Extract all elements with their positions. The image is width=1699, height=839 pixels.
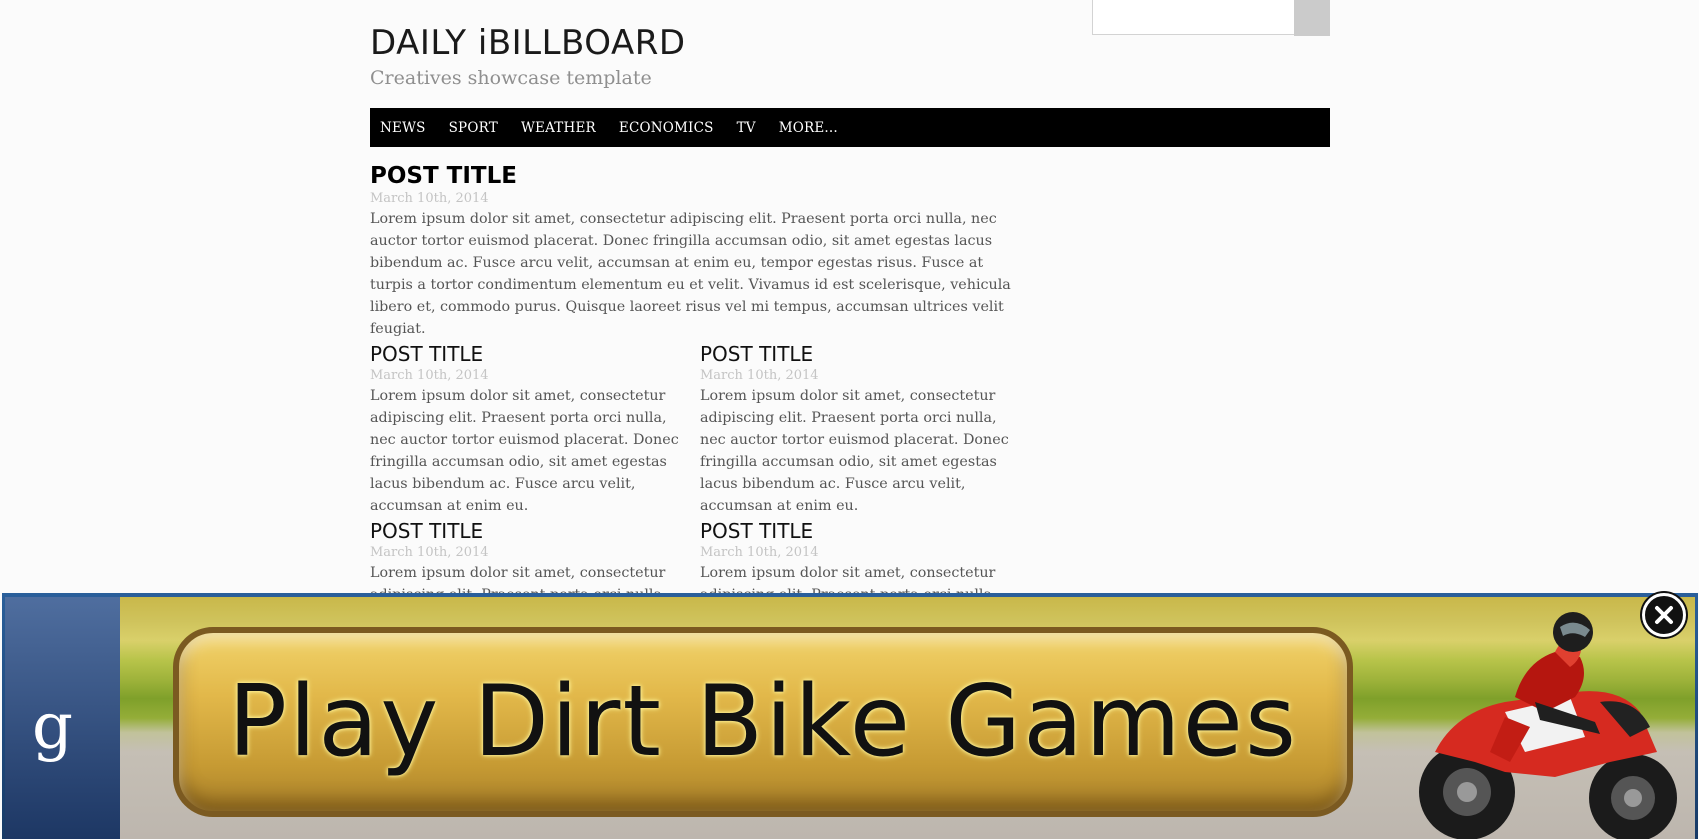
post-title[interactable]: POST TITLE [700,341,813,367]
nav-item-weather[interactable]: WEATHER [521,120,596,136]
ad-cta-button[interactable]: Play Dirt Bike Games [173,627,1353,817]
motorcycle-icon [1419,612,1677,839]
nav-item-economics[interactable]: ECONOMICS [619,120,714,136]
search-input[interactable] [1092,0,1295,35]
featured-post-body: Lorem ipsum dolor sit amet, consectetur … [370,211,1011,337]
post-body: Lorem ipsum dolor sit amet, consectetur … [700,388,1009,514]
post-date: March 10th, 2014 [700,368,819,383]
ad-banner[interactable]: g Play Dirt Bike Games [2,593,1698,839]
post-title[interactable]: POST TITLE [370,518,483,544]
featured-post-date: March 10th, 2014 [370,191,489,206]
post-title[interactable]: POST TITLE [370,341,483,367]
post-date: March 10th, 2014 [700,545,819,560]
main-nav: NEWS SPORT WEATHER ECONOMICS TV MORE... [370,108,1330,147]
site-tagline: Creatives showcase template [370,67,652,89]
nav-item-news[interactable]: NEWS [380,120,426,136]
ad-banner-background: g Play Dirt Bike Games [5,597,1695,839]
ad-close-button[interactable] [1642,593,1686,637]
post-date: March 10th, 2014 [370,545,489,560]
nav-item-tv[interactable]: TV [737,120,756,136]
close-icon [1655,606,1673,624]
page: DAILY iBILLBOARD Creatives showcase temp… [0,0,1699,839]
post-title[interactable]: POST TITLE [700,518,813,544]
post-body: Lorem ipsum dolor sit amet, consectetur … [370,388,679,514]
ad-headline: Play Dirt Bike Games [227,665,1299,779]
post-date: March 10th, 2014 [370,368,489,383]
site-title[interactable]: DAILY iBILLBOARD [370,20,686,66]
featured-post-title[interactable]: POST TITLE [370,161,517,191]
search-button[interactable] [1294,0,1330,36]
nav-item-more[interactable]: MORE... [779,120,838,136]
ad-logo-letter: g [32,690,73,764]
nav-item-sport[interactable]: SPORT [449,120,498,136]
ad-logo-panel: g [5,597,120,839]
